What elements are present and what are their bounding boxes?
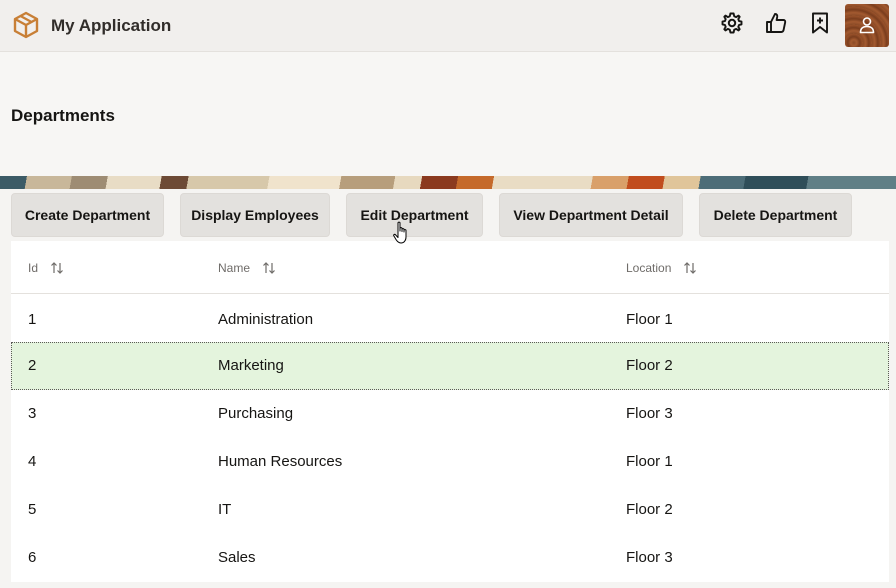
app-title: My Application xyxy=(51,16,172,35)
create-department-label: Create Department xyxy=(24,207,151,223)
user-avatar[interactable] xyxy=(845,4,889,47)
display-employees-label: Display Employees xyxy=(191,207,319,223)
cell-name: Human Resources xyxy=(218,453,343,470)
table-row[interactable]: 4 Human Resources Floor 1 xyxy=(11,438,889,486)
cell-id: 6 xyxy=(28,549,37,566)
user-avatar-icon xyxy=(859,17,875,34)
gear-icon[interactable] xyxy=(720,11,744,35)
edit-department-button[interactable]: Edit Department xyxy=(346,193,483,237)
sort-icon[interactable] xyxy=(262,261,276,275)
cell-id: 4 xyxy=(28,453,37,470)
departments-table: Id Name Location 1 Administration Floor … xyxy=(11,241,889,582)
cell-location: Floor 2 xyxy=(626,357,673,374)
cell-id: 3 xyxy=(28,405,37,422)
cell-name: Marketing xyxy=(218,357,284,374)
cell-location: Floor 1 xyxy=(626,453,673,470)
display-employees-button[interactable]: Display Employees xyxy=(180,193,330,237)
sort-icon[interactable] xyxy=(683,261,697,275)
column-header-location[interactable]: Location xyxy=(626,261,697,275)
delete-department-button[interactable]: Delete Department xyxy=(699,193,852,237)
app-header: My Application xyxy=(0,0,896,52)
cell-name: Sales xyxy=(218,549,256,566)
table-row[interactable]: 1 Administration Floor 1 xyxy=(11,296,889,344)
page-header: Departments xyxy=(0,52,896,176)
column-header-name[interactable]: Name xyxy=(218,261,276,275)
bookmark-add-icon[interactable] xyxy=(808,11,832,35)
cell-id: 1 xyxy=(28,311,37,328)
cell-location: Floor 3 xyxy=(626,405,673,422)
column-header-label: Location xyxy=(626,261,672,275)
table-row[interactable]: 6 Sales Floor 3 xyxy=(11,534,889,582)
thumbs-up-icon[interactable] xyxy=(764,11,788,35)
cell-location: Floor 3 xyxy=(626,549,673,566)
cell-name: IT xyxy=(218,501,232,518)
table-row[interactable]: 3 Purchasing Floor 3 xyxy=(11,390,889,438)
cell-id: 5 xyxy=(28,501,37,518)
view-department-detail-label: View Department Detail xyxy=(513,207,669,223)
view-department-detail-button[interactable]: View Department Detail xyxy=(499,193,683,237)
table-row[interactable]: 5 IT Floor 2 xyxy=(11,486,889,534)
column-header-id[interactable]: Id xyxy=(28,261,64,275)
hand-cursor-icon xyxy=(393,221,407,244)
page-title: Departments xyxy=(11,106,115,125)
cell-id: 2 xyxy=(28,357,37,374)
table-row-selected[interactable]: 2 Marketing Floor 2 xyxy=(11,342,889,390)
cell-name: Administration xyxy=(218,311,314,328)
column-header-label: Id xyxy=(28,261,39,275)
box-logo-icon[interactable] xyxy=(12,11,40,39)
decorative-banner xyxy=(0,176,896,189)
cell-location: Floor 1 xyxy=(626,311,673,328)
action-toolbar: Create Department Display Employees Edit… xyxy=(0,189,896,241)
table-header: Id Name Location xyxy=(11,241,889,294)
column-header-label: Name xyxy=(218,261,251,275)
cell-name: Purchasing xyxy=(218,405,294,422)
cell-location: Floor 2 xyxy=(626,501,673,518)
create-department-button[interactable]: Create Department xyxy=(11,193,164,237)
sort-icon[interactable] xyxy=(50,261,64,275)
delete-department-label: Delete Department xyxy=(713,207,838,223)
edit-department-label: Edit Department xyxy=(360,207,469,223)
